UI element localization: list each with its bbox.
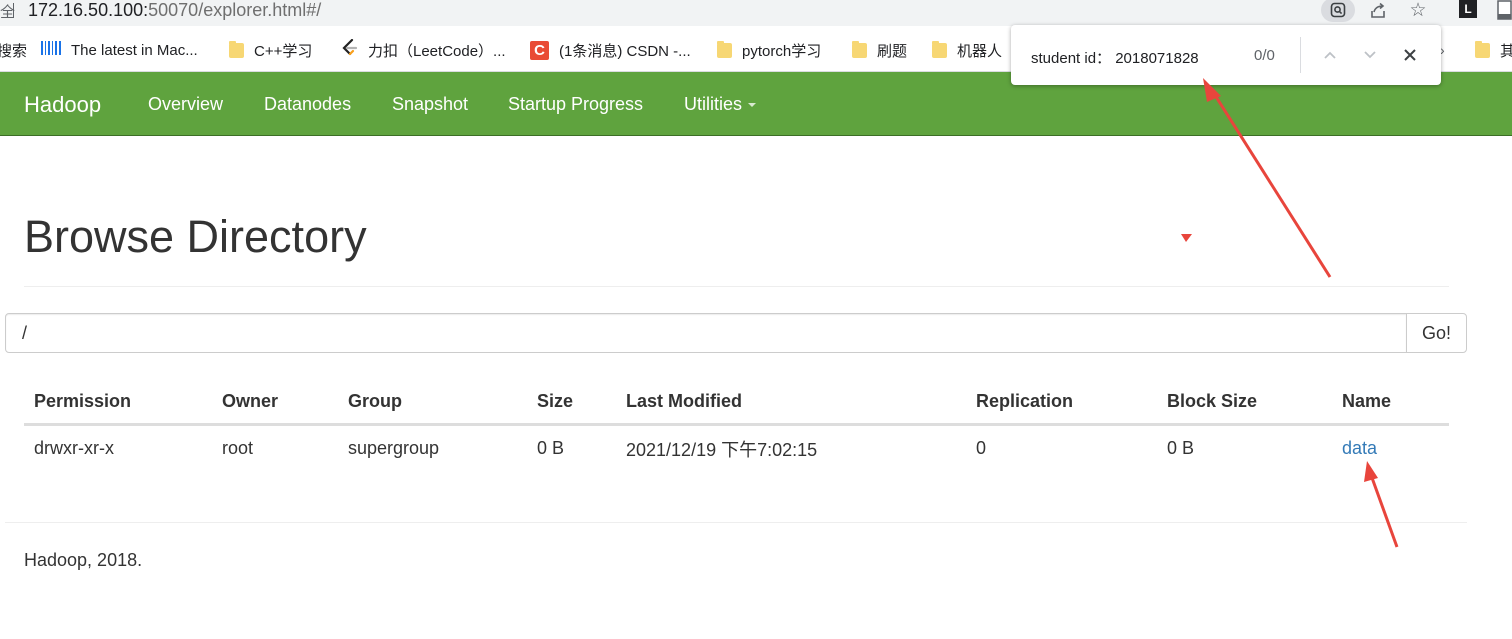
cell-replication: 0 bbox=[966, 424, 1157, 473]
bookmark-label: 刷题 bbox=[877, 42, 908, 60]
directory-link-data[interactable]: data bbox=[1342, 438, 1377, 458]
annotation-marker bbox=[1181, 234, 1192, 242]
folder-icon bbox=[229, 40, 244, 58]
bookmark-pytorch[interactable]: pytorch学习 bbox=[717, 40, 821, 60]
table-row: drwxr-xr-x root supergroup 0 B 2021/12/1… bbox=[24, 424, 1449, 473]
share-icon[interactable] bbox=[1367, 0, 1389, 22]
bookmark-practice[interactable]: 刷题 bbox=[852, 40, 907, 60]
footer-divider bbox=[5, 522, 1467, 523]
find-bar: student id： 2018071828 0/0 bbox=[1011, 25, 1441, 85]
nav-datanodes[interactable]: Datanodes bbox=[264, 94, 351, 115]
find-match-count: 0/0 bbox=[1254, 47, 1275, 64]
table-header-row: Permission Owner Group Size Last Modifie… bbox=[24, 380, 1449, 426]
file-table: Permission Owner Group Size Last Modifie… bbox=[24, 380, 1449, 473]
extension-icon[interactable]: L bbox=[1459, 0, 1477, 18]
nav-startup-progress[interactable]: Startup Progress bbox=[508, 94, 643, 115]
find-input[interactable]: student id： 2018071828 bbox=[1031, 47, 1199, 68]
nav-overview[interactable]: Overview bbox=[148, 94, 223, 115]
csdn-icon: C bbox=[530, 40, 549, 60]
close-icon[interactable] bbox=[1398, 43, 1422, 67]
bookmark-star-icon[interactable]: ☆ bbox=[1407, 0, 1429, 22]
find-previous-chevron-up-icon[interactable] bbox=[1318, 43, 1342, 67]
page-title: Browse Directory bbox=[24, 211, 367, 262]
find-divider bbox=[1300, 37, 1301, 73]
cell-group: supergroup bbox=[338, 424, 527, 473]
cell-owner: root bbox=[212, 424, 338, 473]
bookmark-cpp[interactable]: C++学习 bbox=[229, 40, 312, 60]
bookmark-label: 力扣（LeetCode）... bbox=[368, 42, 506, 60]
column-header-owner[interactable]: Owner bbox=[212, 380, 338, 426]
barcode-icon bbox=[41, 41, 61, 59]
column-header-permission[interactable]: Permission bbox=[24, 380, 212, 426]
bookmark-other[interactable]: 其 bbox=[1475, 40, 1512, 60]
folder-icon bbox=[852, 40, 867, 58]
document-extension-icon[interactable] bbox=[1497, 0, 1512, 20]
column-header-block-size[interactable]: Block Size bbox=[1157, 380, 1332, 426]
url-port: 50070 bbox=[148, 0, 199, 20]
bookmark-label: The latest in Mac... bbox=[71, 41, 198, 59]
bookmark-search[interactable]: 搜索 bbox=[0, 40, 27, 60]
column-header-name[interactable]: Name bbox=[1332, 380, 1449, 426]
directory-path-input[interactable] bbox=[5, 313, 1407, 353]
folder-icon bbox=[932, 40, 947, 58]
nav-utilities-dropdown[interactable]: Utilities bbox=[684, 94, 757, 115]
bookmark-csdn[interactable]: C (1条消息) CSDN -... bbox=[530, 40, 691, 60]
url-host: 172.16.50.100: bbox=[28, 0, 149, 20]
cell-block-size: 0 B bbox=[1157, 424, 1332, 473]
leetcode-icon bbox=[341, 38, 358, 61]
bookmark-label: 其 bbox=[1500, 42, 1512, 60]
column-header-size[interactable]: Size bbox=[527, 380, 616, 426]
cell-permission: drwxr-xr-x bbox=[24, 424, 212, 473]
caret-down-icon bbox=[748, 103, 757, 108]
footer-text: Hadoop, 2018. bbox=[24, 550, 143, 570]
title-divider bbox=[24, 286, 1449, 287]
bookmark-label: (1条消息) CSDN -... bbox=[559, 42, 691, 60]
bookmark-label: C++学习 bbox=[254, 42, 313, 60]
go-button[interactable]: Go! bbox=[1406, 313, 1467, 353]
cell-name: data bbox=[1332, 424, 1449, 473]
folder-icon bbox=[717, 40, 732, 58]
bookmark-label: pytorch学习 bbox=[742, 42, 822, 60]
folder-icon bbox=[1475, 40, 1490, 58]
cell-last-modified: 2021/12/19 下午7:02:15 bbox=[616, 424, 966, 473]
column-header-replication[interactable]: Replication bbox=[966, 380, 1157, 426]
search-page-icon[interactable] bbox=[1321, 0, 1355, 22]
bookmark-leetcode[interactable]: 力扣（LeetCode）... bbox=[341, 38, 506, 61]
nav-snapshot[interactable]: Snapshot bbox=[392, 94, 468, 115]
bookmark-label: 搜索 bbox=[0, 42, 28, 60]
arrow-to-data-link bbox=[1364, 461, 1399, 548]
column-header-group[interactable]: Group bbox=[338, 380, 527, 426]
address-separator bbox=[13, 3, 14, 18]
nav-utilities-label: Utilities bbox=[684, 94, 743, 114]
url-field[interactable]: 172.16.50.100:50070/explorer.html#/ bbox=[28, 0, 321, 21]
brand-logo[interactable]: Hadoop bbox=[24, 92, 101, 118]
bookmark-robot[interactable]: 机器人 bbox=[932, 40, 1002, 60]
column-header-last-modified[interactable]: Last Modified bbox=[616, 380, 966, 426]
address-bar: 全 172.16.50.100:50070/explorer.html#/ ☆ … bbox=[0, 0, 1512, 26]
bookmark-mac[interactable]: The latest in Mac... bbox=[41, 40, 198, 60]
url-path: /explorer.html#/ bbox=[198, 0, 322, 20]
find-next-chevron-down-icon[interactable] bbox=[1358, 43, 1382, 67]
cell-size: 0 B bbox=[527, 424, 616, 473]
bookmark-label: 机器人 bbox=[957, 42, 1003, 60]
